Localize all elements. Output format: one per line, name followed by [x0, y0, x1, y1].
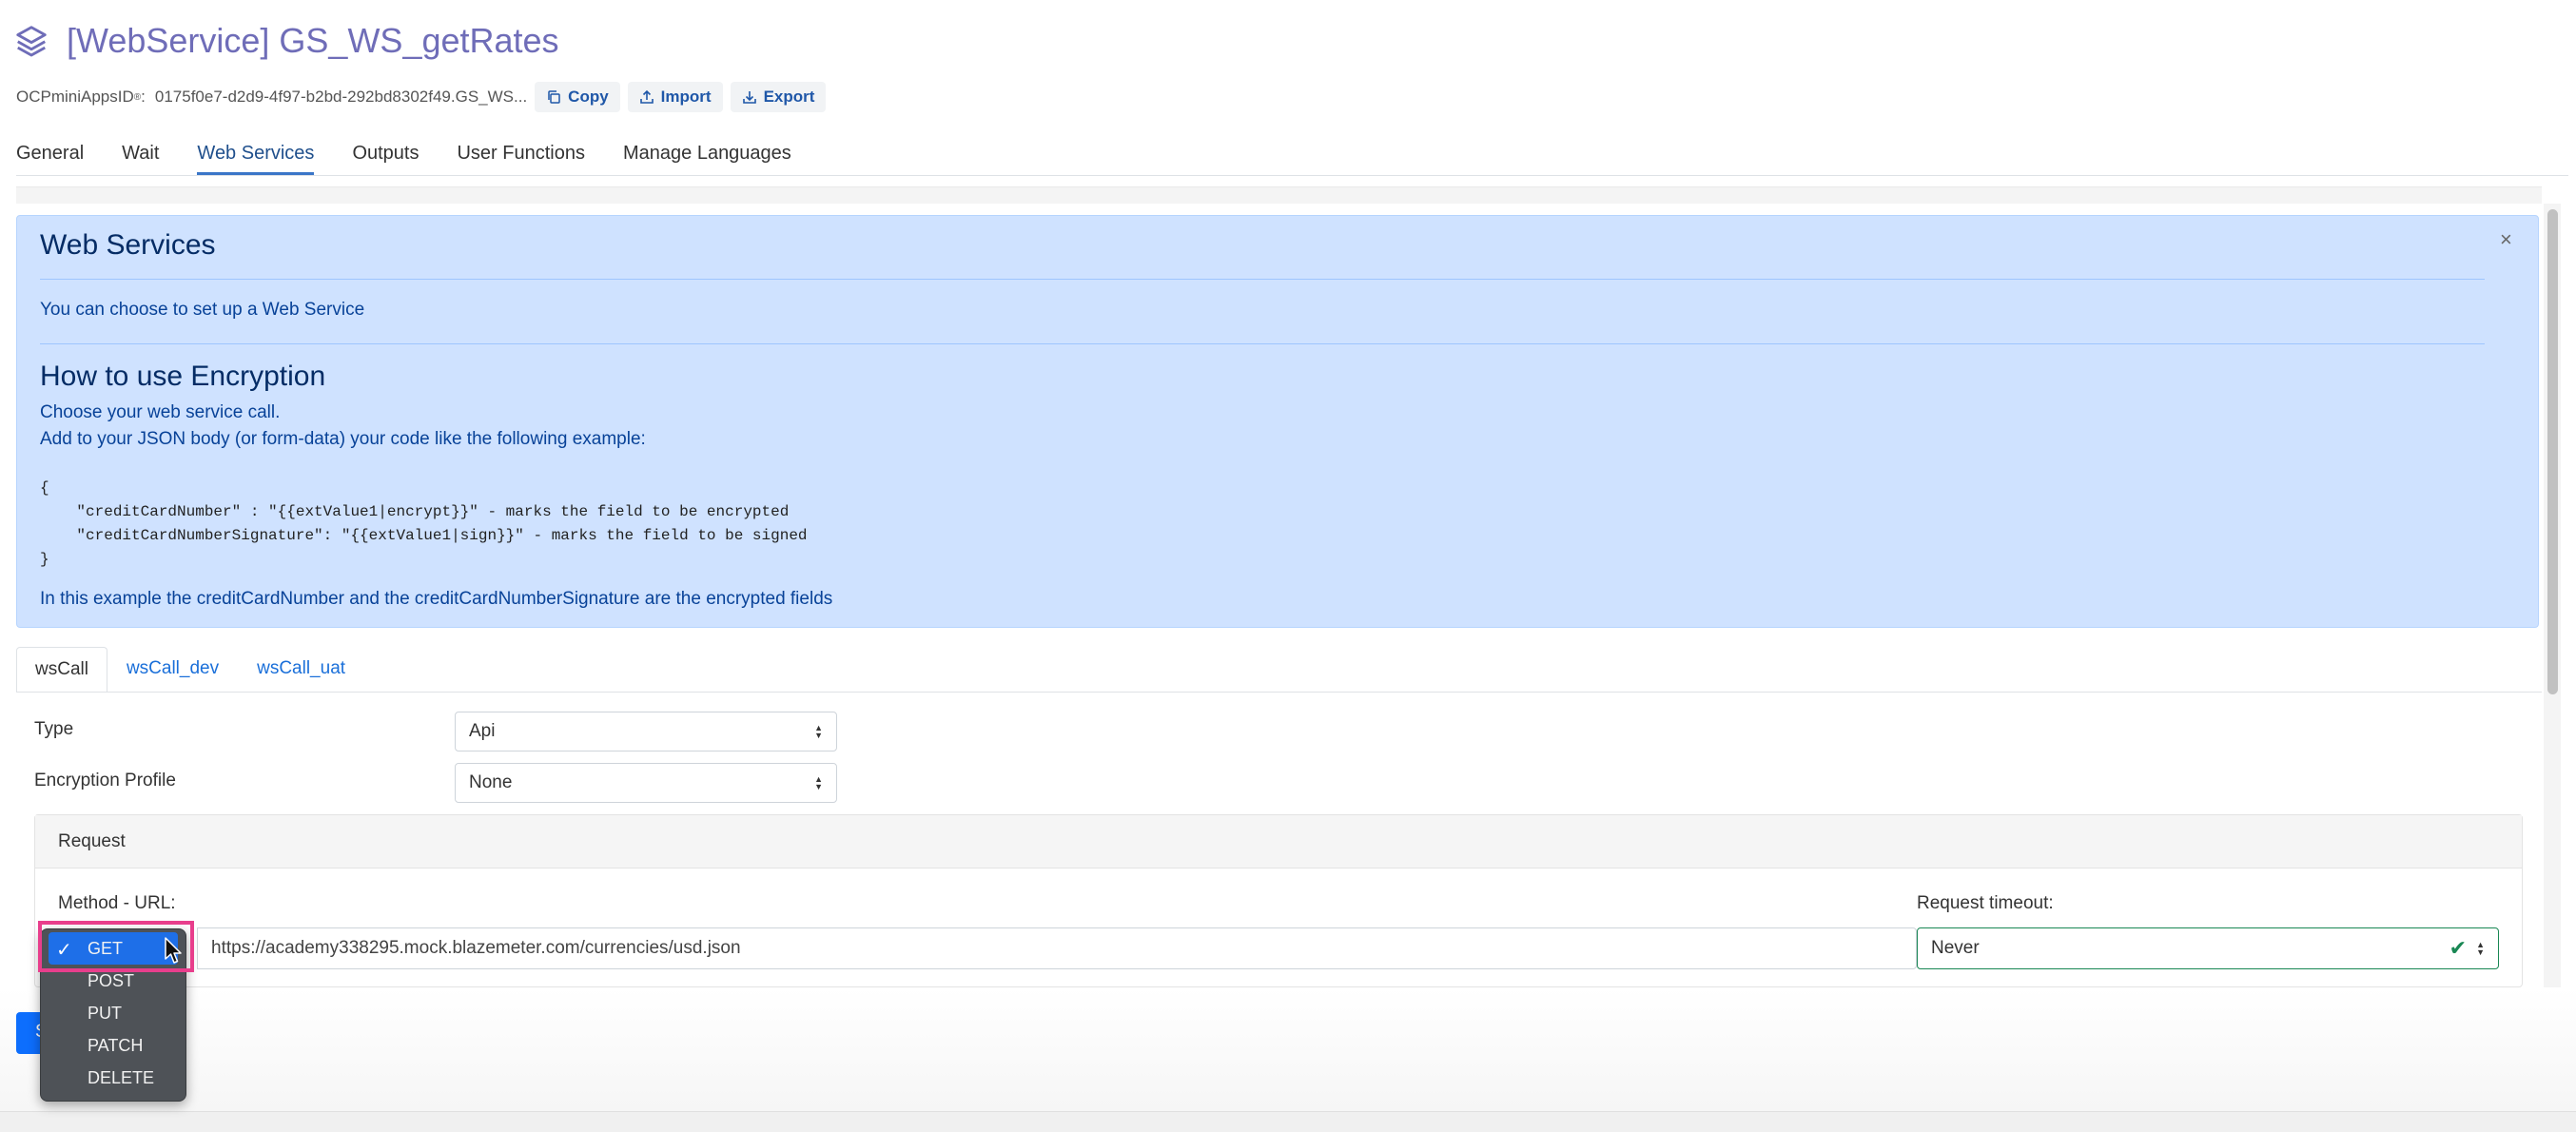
- tab-general[interactable]: General: [16, 143, 84, 175]
- request-card-title: Request: [58, 831, 126, 851]
- method-option-patch[interactable]: PATCH: [41, 1029, 185, 1062]
- tab-user-functions[interactable]: User Functions: [457, 143, 585, 175]
- tab-wscall-dev[interactable]: wsCall_dev: [107, 647, 238, 693]
- upload-icon: [639, 89, 654, 104]
- scrollbar-thumb[interactable]: [2547, 209, 2558, 694]
- select-caret-icon: ▲ ▼: [814, 723, 823, 740]
- tab-wscall-uat[interactable]: wsCall_uat: [238, 647, 364, 693]
- alert-text: You can choose to set up a Web Service: [40, 300, 365, 320]
- request-card: Request Method - URL: Request timeout: h…: [34, 814, 2523, 987]
- type-select-value: Api: [469, 721, 496, 741]
- export-button[interactable]: Export: [730, 82, 827, 112]
- page-title: [WebService] GS_WS_getRates: [67, 21, 559, 60]
- layers-icon: [16, 26, 47, 57]
- copy-icon: [548, 90, 560, 104]
- method-url-label: Method - URL:: [58, 893, 176, 913]
- request-card-header: Request: [35, 815, 2522, 869]
- method-option-put[interactable]: PUT: [41, 997, 185, 1029]
- method-option-label: DELETE: [88, 1067, 155, 1087]
- type-label: Type: [34, 719, 74, 739]
- close-icon[interactable]: ×: [2500, 227, 2512, 252]
- app-id-label: OCPminiAppsID: [16, 88, 134, 106]
- tabs-divider: [16, 175, 2568, 176]
- request-timeout-select[interactable]: Never ✔ ▲ ▼: [1917, 927, 2499, 969]
- ws-sub-tabs: wsCall wsCall_dev wsCall_uat: [16, 647, 364, 693]
- url-input[interactable]: https://academy338295.mock.blazemeter.co…: [197, 927, 1917, 969]
- app-id-row: OCPminiAppsID ®: 0175f0e7-d2d9-4f97-b2bd-…: [16, 82, 827, 112]
- alert-instruction: Choose your web service call.: [40, 402, 281, 422]
- tab-wait[interactable]: Wait: [122, 143, 159, 175]
- info-alert: Web Services × You can choose to set up …: [16, 215, 2539, 628]
- valid-check-icon: ✔: [2449, 936, 2468, 960]
- alert-title: Web Services: [40, 229, 216, 261]
- app-id-value: 0175f0e7-d2d9-4f97-b2bd-292bd8302f49.GS_…: [154, 88, 528, 106]
- tab-manage-languages[interactable]: Manage Languages: [623, 143, 791, 175]
- footer-bar: [0, 1111, 2576, 1132]
- method-option-label: PATCH: [88, 1035, 144, 1055]
- main-tabs: General Wait Web Services Outputs User F…: [16, 143, 829, 175]
- mouse-cursor-icon: [165, 937, 182, 964]
- export-button-label: Export: [763, 88, 815, 106]
- type-select[interactable]: Api ▲ ▼: [455, 712, 837, 751]
- alert-subtitle: How to use Encryption: [40, 361, 326, 392]
- copy-button[interactable]: Copy: [535, 82, 620, 112]
- encryption-profile-select[interactable]: None ▲ ▼: [455, 763, 837, 803]
- alert-divider: [40, 279, 2485, 280]
- tab-web-services[interactable]: Web Services: [197, 143, 315, 175]
- select-caret-icon: ▲ ▼: [814, 774, 823, 791]
- tab-outputs[interactable]: Outputs: [352, 143, 419, 175]
- code-example: { "creditCardNumber" : "{{extValue1|encr…: [40, 479, 808, 568]
- encryption-profile-label: Encryption Profile: [34, 771, 176, 790]
- import-button[interactable]: Import: [627, 82, 723, 112]
- method-option-delete[interactable]: DELETE: [41, 1062, 185, 1094]
- app-id-colon: :: [141, 88, 146, 106]
- url-input-value: https://academy338295.mock.blazemeter.co…: [211, 938, 741, 958]
- copy-button-label: Copy: [568, 88, 609, 106]
- alert-divider: [40, 343, 2485, 344]
- select-caret-icon: ▲ ▼: [2476, 940, 2485, 957]
- method-option-label: POST: [88, 970, 135, 990]
- import-button-label: Import: [660, 88, 712, 106]
- alert-footer-text: In this example the creditCardNumber and…: [40, 589, 833, 609]
- request-timeout-label: Request timeout:: [1917, 893, 2054, 913]
- download-icon: [742, 91, 756, 104]
- request-timeout-value: Never: [1931, 938, 1980, 958]
- tab-wscall[interactable]: wsCall: [16, 647, 107, 693]
- method-option-label: PUT: [88, 1003, 122, 1023]
- content-top-strip: [16, 186, 2542, 204]
- encryption-profile-value: None: [469, 772, 513, 792]
- sub-tabs-divider: [16, 692, 2542, 693]
- alert-instruction: Add to your JSON body (or form-data) you…: [40, 429, 646, 449]
- registered-mark: ®: [133, 91, 142, 103]
- footer-shade: [0, 987, 2576, 1111]
